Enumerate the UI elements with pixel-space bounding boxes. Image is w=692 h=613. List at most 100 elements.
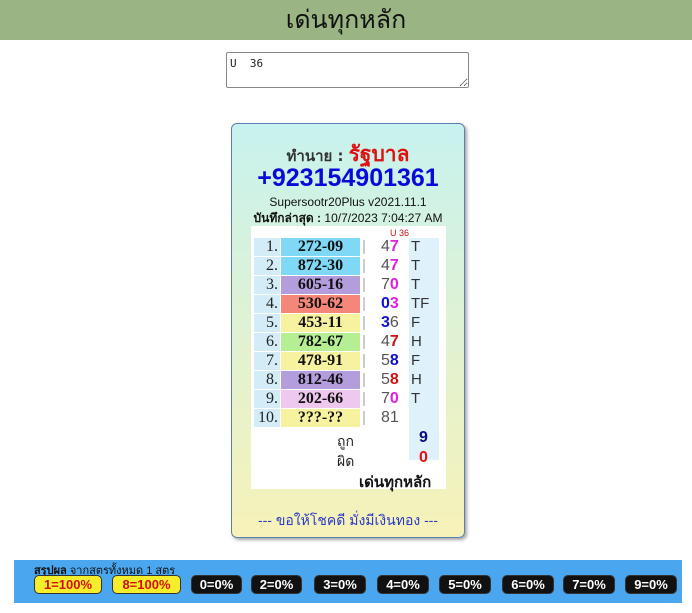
result-digit-1: 3 <box>381 314 390 331</box>
row-flag: F <box>411 352 421 369</box>
owner-label: ทำนาย : <box>286 147 344 165</box>
row-result: 36 <box>381 314 411 332</box>
result-row: 8. 812-46 58 H <box>251 371 446 389</box>
result-row: 10. ???-?? 81 <box>251 409 446 427</box>
row-divider <box>363 240 365 254</box>
row-result: 81 <box>381 409 411 427</box>
row-divider <box>363 335 365 349</box>
last-saved-value: 10/7/2023 7:04:27 AM <box>324 211 443 225</box>
result-digit-2: 8 <box>389 371 399 388</box>
result-digit-2: 3 <box>389 295 399 312</box>
page-title: เด่นทุกหลัก <box>285 5 407 34</box>
mode-label: เด่นทุกหลัก <box>359 475 432 491</box>
row-result: 58 <box>381 352 411 370</box>
result-row: 2. 872-30 47 T <box>251 257 446 275</box>
row-flag: T <box>411 276 421 293</box>
row-result: 70 <box>381 276 411 294</box>
row-number: 9. <box>254 390 280 408</box>
result-digit-1: 4 <box>381 238 390 255</box>
blessing-text: --- ขอให้โชคดี มั่งมีเงินทอง --- <box>257 512 439 528</box>
page-header: เด่นทุกหลัก <box>0 0 692 40</box>
row-code: 453-11 <box>281 314 360 332</box>
version-text: Supersootr20Plus v2021.11.1 <box>269 195 427 209</box>
row-number: 7. <box>254 352 280 370</box>
row-divider <box>363 316 365 330</box>
result-digit-1: 4 <box>381 257 390 274</box>
row-number: 10. <box>254 409 280 427</box>
result-digit-2: 7 <box>389 333 399 350</box>
result-digit-1: 0 <box>381 295 390 312</box>
result-digit-2: 0 <box>389 390 399 407</box>
result-digit-2: 6 <box>389 314 399 331</box>
row-divider <box>363 354 365 368</box>
row-result: 03 <box>381 295 411 313</box>
result-digit-1: 5 <box>381 371 390 388</box>
column-header: U 36 <box>390 228 410 238</box>
row-code: 272-09 <box>281 238 360 256</box>
row-result: 70 <box>381 390 411 408</box>
digit-badge: 6=0% <box>502 575 554 594</box>
row-number: 6. <box>254 333 280 351</box>
digit-badge: 0=0% <box>191 575 242 594</box>
row-flag: T <box>411 238 421 255</box>
row-divider <box>363 392 365 406</box>
result-digit-2: 7 <box>389 238 399 255</box>
result-digit-1: 8 <box>381 409 390 426</box>
row-number: 5. <box>254 314 280 332</box>
result-row: 1. 272-09 47 T <box>251 238 446 256</box>
result-digit-2: 1 <box>389 409 399 426</box>
digit-badge: 7=0% <box>563 575 615 594</box>
row-code: 872-30 <box>281 257 360 275</box>
result-digit-1: 5 <box>381 352 390 369</box>
row-divider <box>363 411 365 425</box>
digit-badge: 9=0% <box>625 575 677 594</box>
result-digit-1: 7 <box>381 276 390 293</box>
phone-number: +923154901361 <box>257 164 439 192</box>
result-row: 9. 202-66 70 T <box>251 390 446 408</box>
row-flag: T <box>411 257 421 274</box>
correct-label: ถูก <box>337 435 354 450</box>
row-number: 2. <box>254 257 280 275</box>
number-input[interactable] <box>226 52 469 88</box>
result-digit-2: 8 <box>389 352 399 369</box>
last-saved-label: บันทึกล่าสุด : <box>253 211 322 225</box>
result-digit-2: 7 <box>389 257 399 274</box>
row-code: ???-?? <box>281 409 360 427</box>
row-result: 58 <box>381 371 411 389</box>
digit-badge: 5=0% <box>439 575 491 594</box>
row-result: 47 <box>381 333 411 351</box>
row-number: 8. <box>254 371 280 389</box>
digit-badge: 4=0% <box>377 575 429 594</box>
wrong-label: ผิด <box>337 455 355 470</box>
row-result: 47 <box>381 238 411 256</box>
result-digit-1: 4 <box>381 333 390 350</box>
row-code: 530-62 <box>281 295 360 313</box>
result-digit-1: 7 <box>381 390 390 407</box>
result-row: 6. 782-67 47 H <box>251 333 446 351</box>
row-code: 478-91 <box>281 352 360 370</box>
digit-badge: 8=100% <box>112 575 181 594</box>
result-row: 3. 605-16 70 T <box>251 276 446 294</box>
row-code: 812-46 <box>281 371 360 389</box>
row-code: 605-16 <box>281 276 360 294</box>
row-flag: F <box>411 314 421 331</box>
row-code: 782-67 <box>281 333 360 351</box>
result-row: 5. 453-11 36 F <box>251 314 446 332</box>
prediction-card: ทำนาย : รัฐบาล +923154901361 Supersootr2… <box>231 123 465 538</box>
row-flag: H <box>411 333 422 350</box>
row-divider <box>363 278 365 292</box>
row-divider <box>363 297 365 311</box>
row-flag: TF <box>411 295 430 312</box>
result-row: 7. 478-91 58 F <box>251 352 446 370</box>
results-panel: U 36 1. 272-09 47 T 2. 872-30 47 T 3. 605-16 70 T 4.… <box>251 226 446 491</box>
summary-bar: สรุปผล จากสูตรทั้งหมด 1 สูตร 1=100% 8=100… <box>14 560 682 603</box>
digit-badge: 2=0% <box>251 575 302 594</box>
result-row: 4. 530-62 03 TF <box>251 295 446 313</box>
row-number: 1. <box>254 238 280 256</box>
owner-name: รัฐบาล <box>348 142 410 166</box>
row-number: 3. <box>254 276 280 294</box>
result-digit-2: 0 <box>389 276 399 293</box>
row-code: 202-66 <box>281 390 360 408</box>
row-result: 47 <box>381 257 411 275</box>
wrong-value: 0 <box>419 449 428 466</box>
